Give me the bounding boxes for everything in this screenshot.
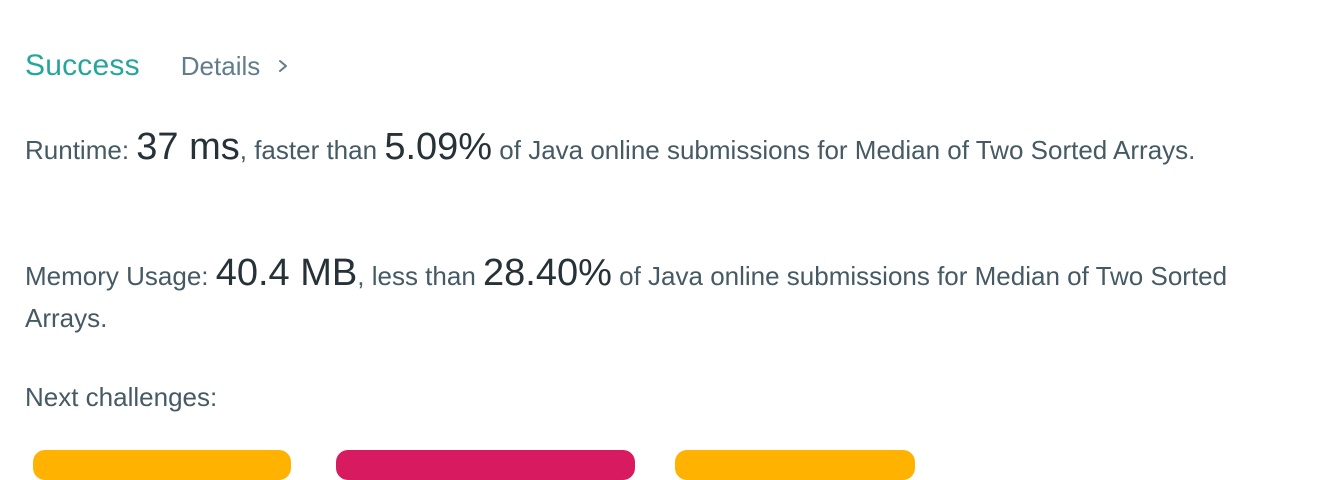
result-header: Success Details bbox=[25, 44, 288, 88]
memory-stat: Memory Usage: 40.4 MB, less than 28.40% … bbox=[25, 252, 1285, 339]
details-link[interactable]: Details bbox=[181, 51, 288, 82]
details-label: Details bbox=[180, 50, 261, 81]
memory-comparison: , less than bbox=[357, 261, 476, 291]
memory-label: Memory Usage: bbox=[25, 261, 209, 291]
runtime-comparison: , faster than bbox=[239, 135, 378, 165]
runtime-suffix: of Java online submissions for Median of… bbox=[499, 135, 1196, 165]
chevron-right-icon bbox=[279, 60, 288, 72]
next-challenge-chip[interactable] bbox=[336, 450, 635, 480]
next-challenge-chip[interactable] bbox=[33, 450, 291, 480]
memory-percent: 28.40% bbox=[483, 252, 612, 294]
runtime-stat: Runtime: 37 ms, faster than 5.09% of Jav… bbox=[25, 126, 1285, 171]
success-status: Success bbox=[25, 49, 140, 82]
next-challenge-chip[interactable] bbox=[675, 450, 915, 480]
memory-value: 40.4 MB bbox=[215, 252, 358, 294]
runtime-label: Runtime: bbox=[25, 135, 130, 165]
runtime-value: 37 ms bbox=[136, 126, 240, 168]
next-challenges-label: Next challenges: bbox=[25, 382, 218, 412]
runtime-percent: 5.09% bbox=[384, 126, 493, 168]
